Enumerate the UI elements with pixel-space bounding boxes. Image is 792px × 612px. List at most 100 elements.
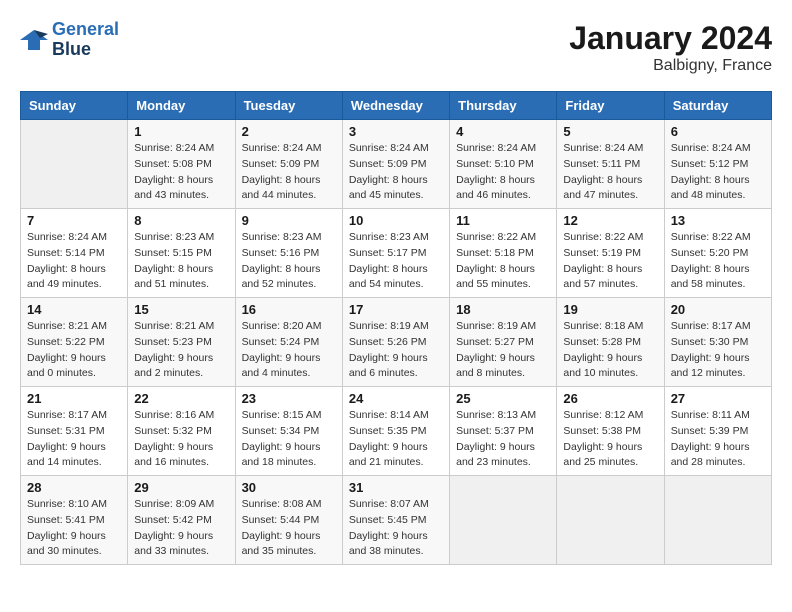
day-number: 31 [349, 480, 443, 495]
column-header-friday: Friday [557, 92, 664, 120]
day-info: Sunrise: 8:17 AMSunset: 5:30 PMDaylight:… [671, 319, 765, 382]
day-number: 7 [27, 213, 121, 228]
column-header-tuesday: Tuesday [235, 92, 342, 120]
day-number: 15 [134, 302, 228, 317]
week-row-2: 7 Sunrise: 8:24 AMSunset: 5:14 PMDaylight… [21, 209, 772, 298]
day-number: 28 [27, 480, 121, 495]
calendar-cell: 2 Sunrise: 8:24 AMSunset: 5:09 PMDaylight… [235, 120, 342, 209]
day-info: Sunrise: 8:22 AMSunset: 5:18 PMDaylight:… [456, 230, 550, 293]
day-info: Sunrise: 8:24 AMSunset: 5:11 PMDaylight:… [563, 141, 657, 204]
calendar-cell: 16Sunrise: 8:20 AMSunset: 5:24 PMDayligh… [235, 298, 342, 387]
day-number: 16 [242, 302, 336, 317]
calendar-cell: 31 Sunrise: 8:07 AMSunset: 5:45 PMDayligh… [342, 476, 449, 565]
calendar-cell: 11 Sunrise: 8:22 AMSunset: 5:18 PMDayligh… [450, 209, 557, 298]
calendar-cell: 4Sunrise: 8:24 AMSunset: 5:10 PMDaylight… [450, 120, 557, 209]
calendar-cell: 18 Sunrise: 8:19 AMSunset: 5:27 PMDayligh… [450, 298, 557, 387]
day-number: 9 [242, 213, 336, 228]
day-info: Sunrise: 8:24 AMSunset: 5:12 PMDaylight:… [671, 141, 765, 204]
day-info: Sunrise: 8:24 AMSunset: 5:14 PMDaylight:… [27, 230, 121, 293]
day-info: Sunrise: 8:19 AMSunset: 5:26 PMDaylight:… [349, 319, 443, 382]
day-number: 21 [27, 391, 121, 406]
calendar-table: SundayMondayTuesdayWednesdayThursdayFrid… [20, 91, 772, 565]
column-header-saturday: Saturday [664, 92, 771, 120]
calendar-cell: 30 Sunrise: 8:08 AMSunset: 5:44 PMDayligh… [235, 476, 342, 565]
calendar-cell: 9Sunrise: 8:23 AMSunset: 5:16 PMDaylight… [235, 209, 342, 298]
day-info: Sunrise: 8:09 AMSunset: 5:42 PMDaylight:… [134, 497, 228, 560]
day-number: 22 [134, 391, 228, 406]
calendar-cell: 20 Sunrise: 8:17 AMSunset: 5:30 PMDayligh… [664, 298, 771, 387]
day-info: Sunrise: 8:16 AMSunset: 5:32 PMDaylight:… [134, 408, 228, 471]
calendar-cell [557, 476, 664, 565]
day-info: Sunrise: 8:19 AMSunset: 5:27 PMDaylight:… [456, 319, 550, 382]
calendar-cell: 12Sunrise: 8:22 AMSunset: 5:19 PMDayligh… [557, 209, 664, 298]
day-info: Sunrise: 8:13 AMSunset: 5:37 PMDaylight:… [456, 408, 550, 471]
day-number: 5 [563, 124, 657, 139]
day-number: 19 [563, 302, 657, 317]
calendar-cell: 8 Sunrise: 8:23 AMSunset: 5:15 PMDaylight… [128, 209, 235, 298]
calendar-cell: 13 Sunrise: 8:22 AMSunset: 5:20 PMDayligh… [664, 209, 771, 298]
day-number: 26 [563, 391, 657, 406]
day-number: 18 [456, 302, 550, 317]
calendar-cell: 14 Sunrise: 8:21 AMSunset: 5:22 PMDayligh… [21, 298, 128, 387]
day-number: 8 [134, 213, 228, 228]
day-info: Sunrise: 8:15 AMSunset: 5:34 PMDaylight:… [242, 408, 336, 471]
column-header-monday: Monday [128, 92, 235, 120]
calendar-cell: 24 Sunrise: 8:14 AMSunset: 5:35 PMDayligh… [342, 387, 449, 476]
day-info: Sunrise: 8:24 AMSunset: 5:09 PMDaylight:… [349, 141, 443, 204]
calendar-cell: 21 Sunrise: 8:17 AMSunset: 5:31 PMDayligh… [21, 387, 128, 476]
day-number: 27 [671, 391, 765, 406]
week-row-5: 28 Sunrise: 8:10 AMSunset: 5:41 PMDayligh… [21, 476, 772, 565]
location-title: Balbigny, France [569, 57, 772, 75]
calendar-cell: 23Sunrise: 8:15 AMSunset: 5:34 PMDayligh… [235, 387, 342, 476]
day-number: 25 [456, 391, 550, 406]
day-number: 13 [671, 213, 765, 228]
day-number: 4 [456, 124, 550, 139]
title-block: January 2024 Balbigny, France [569, 20, 772, 75]
day-number: 1 [134, 124, 228, 139]
calendar-cell: 10 Sunrise: 8:23 AMSunset: 5:17 PMDayligh… [342, 209, 449, 298]
column-header-thursday: Thursday [450, 92, 557, 120]
calendar-cell: 6 Sunrise: 8:24 AMSunset: 5:12 PMDaylight… [664, 120, 771, 209]
day-info: Sunrise: 8:17 AMSunset: 5:31 PMDaylight:… [27, 408, 121, 471]
day-info: Sunrise: 8:11 AMSunset: 5:39 PMDaylight:… [671, 408, 765, 471]
page-header: GeneralBlue January 2024 Balbigny, Franc… [20, 20, 772, 75]
calendar-cell: 3 Sunrise: 8:24 AMSunset: 5:09 PMDaylight… [342, 120, 449, 209]
day-number: 30 [242, 480, 336, 495]
day-info: Sunrise: 8:22 AMSunset: 5:20 PMDaylight:… [671, 230, 765, 293]
day-number: 10 [349, 213, 443, 228]
day-info: Sunrise: 8:23 AMSunset: 5:17 PMDaylight:… [349, 230, 443, 293]
day-info: Sunrise: 8:24 AMSunset: 5:09 PMDaylight:… [242, 141, 336, 204]
calendar-cell: 19Sunrise: 8:18 AMSunset: 5:28 PMDayligh… [557, 298, 664, 387]
day-number: 2 [242, 124, 336, 139]
calendar-cell [21, 120, 128, 209]
calendar-cell: 5 Sunrise: 8:24 AMSunset: 5:11 PMDaylight… [557, 120, 664, 209]
day-info: Sunrise: 8:22 AMSunset: 5:19 PMDaylight:… [563, 230, 657, 293]
day-info: Sunrise: 8:07 AMSunset: 5:45 PMDaylight:… [349, 497, 443, 560]
day-number: 3 [349, 124, 443, 139]
day-info: Sunrise: 8:14 AMSunset: 5:35 PMDaylight:… [349, 408, 443, 471]
day-number: 6 [671, 124, 765, 139]
day-number: 14 [27, 302, 121, 317]
day-number: 17 [349, 302, 443, 317]
day-info: Sunrise: 8:08 AMSunset: 5:44 PMDaylight:… [242, 497, 336, 560]
day-info: Sunrise: 8:23 AMSunset: 5:15 PMDaylight:… [134, 230, 228, 293]
day-info: Sunrise: 8:24 AMSunset: 5:08 PMDaylight:… [134, 141, 228, 204]
calendar-cell: 22 Sunrise: 8:16 AMSunset: 5:32 PMDayligh… [128, 387, 235, 476]
logo-text: GeneralBlue [52, 20, 119, 60]
week-row-4: 21 Sunrise: 8:17 AMSunset: 5:31 PMDayligh… [21, 387, 772, 476]
day-number: 24 [349, 391, 443, 406]
day-info: Sunrise: 8:10 AMSunset: 5:41 PMDaylight:… [27, 497, 121, 560]
calendar-cell [664, 476, 771, 565]
calendar-cell: 26Sunrise: 8:12 AMSunset: 5:38 PMDayligh… [557, 387, 664, 476]
day-info: Sunrise: 8:21 AMSunset: 5:23 PMDaylight:… [134, 319, 228, 382]
day-number: 20 [671, 302, 765, 317]
logo: GeneralBlue [20, 20, 119, 60]
column-header-wednesday: Wednesday [342, 92, 449, 120]
calendar-cell: 17 Sunrise: 8:19 AMSunset: 5:26 PMDayligh… [342, 298, 449, 387]
calendar-cell: 1 Sunrise: 8:24 AMSunset: 5:08 PMDaylight… [128, 120, 235, 209]
day-number: 11 [456, 213, 550, 228]
calendar-cell: 25 Sunrise: 8:13 AMSunset: 5:37 PMDayligh… [450, 387, 557, 476]
calendar-cell [450, 476, 557, 565]
calendar-cell: 28 Sunrise: 8:10 AMSunset: 5:41 PMDayligh… [21, 476, 128, 565]
day-info: Sunrise: 8:21 AMSunset: 5:22 PMDaylight:… [27, 319, 121, 382]
